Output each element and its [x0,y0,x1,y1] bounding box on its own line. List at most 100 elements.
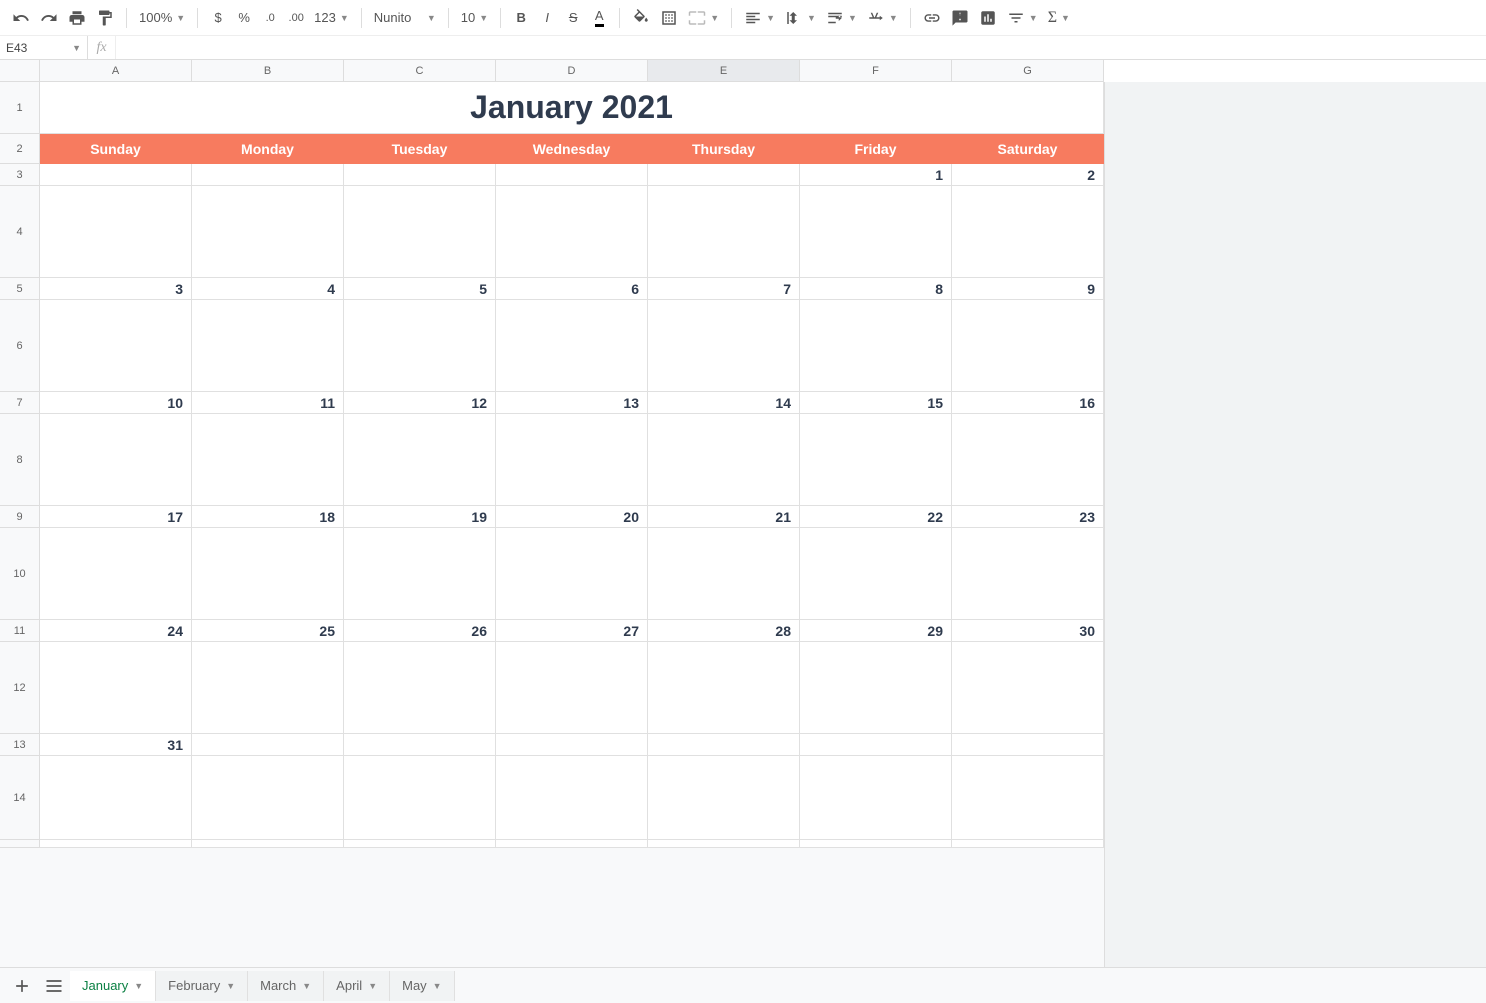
calendar-cell[interactable] [344,642,496,734]
date-cell[interactable]: 22 [800,506,952,528]
column-header[interactable]: E [648,60,800,82]
date-cell[interactable]: 8 [800,278,952,300]
date-cell[interactable] [192,164,344,186]
calendar-cell[interactable] [40,840,192,848]
row-header[interactable]: 1 [0,82,40,134]
date-cell[interactable] [192,734,344,756]
print-button[interactable] [64,5,90,31]
decrease-decimal-button[interactable]: .0 [258,5,282,31]
calendar-cell[interactable] [192,528,344,620]
calendar-cell[interactable] [648,756,800,840]
row-header[interactable]: 14 [0,756,40,840]
date-cell[interactable]: 17 [40,506,192,528]
calendar-cell[interactable] [344,414,496,506]
more-formats-dropdown[interactable]: 123▼ [310,5,353,31]
calendar-cell[interactable] [800,528,952,620]
calendar-cell[interactable] [344,756,496,840]
calendar-cell[interactable] [344,300,496,392]
fill-color-button[interactable] [628,5,654,31]
borders-button[interactable] [656,5,682,31]
date-cell[interactable] [952,734,1104,756]
calendar-cell[interactable] [648,642,800,734]
date-cell[interactable]: 20 [496,506,648,528]
date-cell[interactable] [800,734,952,756]
calendar-cell[interactable] [952,300,1104,392]
date-cell[interactable]: 6 [496,278,648,300]
date-cell[interactable] [344,734,496,756]
calendar-cell[interactable] [648,414,800,506]
date-cell[interactable]: 10 [40,392,192,414]
text-color-button[interactable]: A [587,5,611,31]
date-cell[interactable]: 28 [648,620,800,642]
horizontal-align-dropdown[interactable]: ▼ [740,5,779,31]
row-header[interactable]: 6 [0,300,40,392]
chevron-down-icon[interactable]: ▼ [302,981,311,991]
percent-button[interactable]: % [232,5,256,31]
calendar-cell[interactable] [800,414,952,506]
date-cell[interactable]: 2 [952,164,1104,186]
date-cell[interactable]: 12 [344,392,496,414]
calendar-cell[interactable] [344,186,496,278]
calendar-cell[interactable] [496,186,648,278]
calendar-cell[interactable] [952,642,1104,734]
calendar-cell[interactable] [952,528,1104,620]
column-header[interactable]: B [192,60,344,82]
italic-button[interactable]: I [535,5,559,31]
calendar-cell[interactable] [648,186,800,278]
date-cell[interactable]: 9 [952,278,1104,300]
filter-dropdown[interactable]: ▼ [1003,5,1042,31]
row-header[interactable]: 8 [0,414,40,506]
date-cell[interactable]: 29 [800,620,952,642]
column-header[interactable]: D [496,60,648,82]
date-cell[interactable]: 30 [952,620,1104,642]
date-cell[interactable]: 4 [192,278,344,300]
calendar-cell[interactable] [648,840,800,848]
calendar-cell[interactable] [40,642,192,734]
date-cell[interactable]: 7 [648,278,800,300]
calendar-cell[interactable] [192,300,344,392]
calendar-cell[interactable] [496,840,648,848]
calendar-cell[interactable] [800,186,952,278]
calendar-cell[interactable] [192,756,344,840]
calendar-cell[interactable] [40,528,192,620]
sheet-tab[interactable]: April▼ [324,971,390,1001]
chevron-down-icon[interactable]: ▼ [226,981,235,991]
calendar-cell[interactable] [952,840,1104,848]
insert-comment-button[interactable] [947,5,973,31]
row-header[interactable]: 9 [0,506,40,528]
paint-format-button[interactable] [92,5,118,31]
calendar-cell[interactable] [800,756,952,840]
calendar-cell[interactable] [496,528,648,620]
calendar-cell[interactable] [800,642,952,734]
date-cell[interactable]: 1 [800,164,952,186]
date-cell[interactable]: 15 [800,392,952,414]
calendar-cell[interactable] [496,642,648,734]
date-cell[interactable]: 27 [496,620,648,642]
row-header[interactable]: 13 [0,734,40,756]
select-all-corner[interactable] [0,60,40,82]
column-header[interactable]: G [952,60,1104,82]
calendar-cell[interactable] [192,642,344,734]
chevron-down-icon[interactable]: ▼ [134,981,143,991]
column-header[interactable]: A [40,60,192,82]
date-cell[interactable]: 13 [496,392,648,414]
chevron-down-icon[interactable]: ▼ [433,981,442,991]
row-header[interactable]: 2 [0,134,40,164]
date-cell[interactable] [344,164,496,186]
calendar-cell[interactable] [40,186,192,278]
date-cell[interactable]: 3 [40,278,192,300]
date-cell[interactable]: 23 [952,506,1104,528]
zoom-dropdown[interactable]: 100%▼ [135,5,189,31]
column-header[interactable]: F [800,60,952,82]
calendar-cell[interactable] [800,300,952,392]
row-header[interactable]: 12 [0,642,40,734]
calendar-cell[interactable] [40,756,192,840]
date-cell[interactable]: 31 [40,734,192,756]
row-header[interactable]: 10 [0,528,40,620]
calendar-cell[interactable] [496,756,648,840]
date-cell[interactable]: 26 [344,620,496,642]
date-cell[interactable] [648,164,800,186]
date-cell[interactable]: 24 [40,620,192,642]
text-rotation-dropdown[interactable]: ▼ [863,5,902,31]
calendar-cell[interactable] [192,186,344,278]
